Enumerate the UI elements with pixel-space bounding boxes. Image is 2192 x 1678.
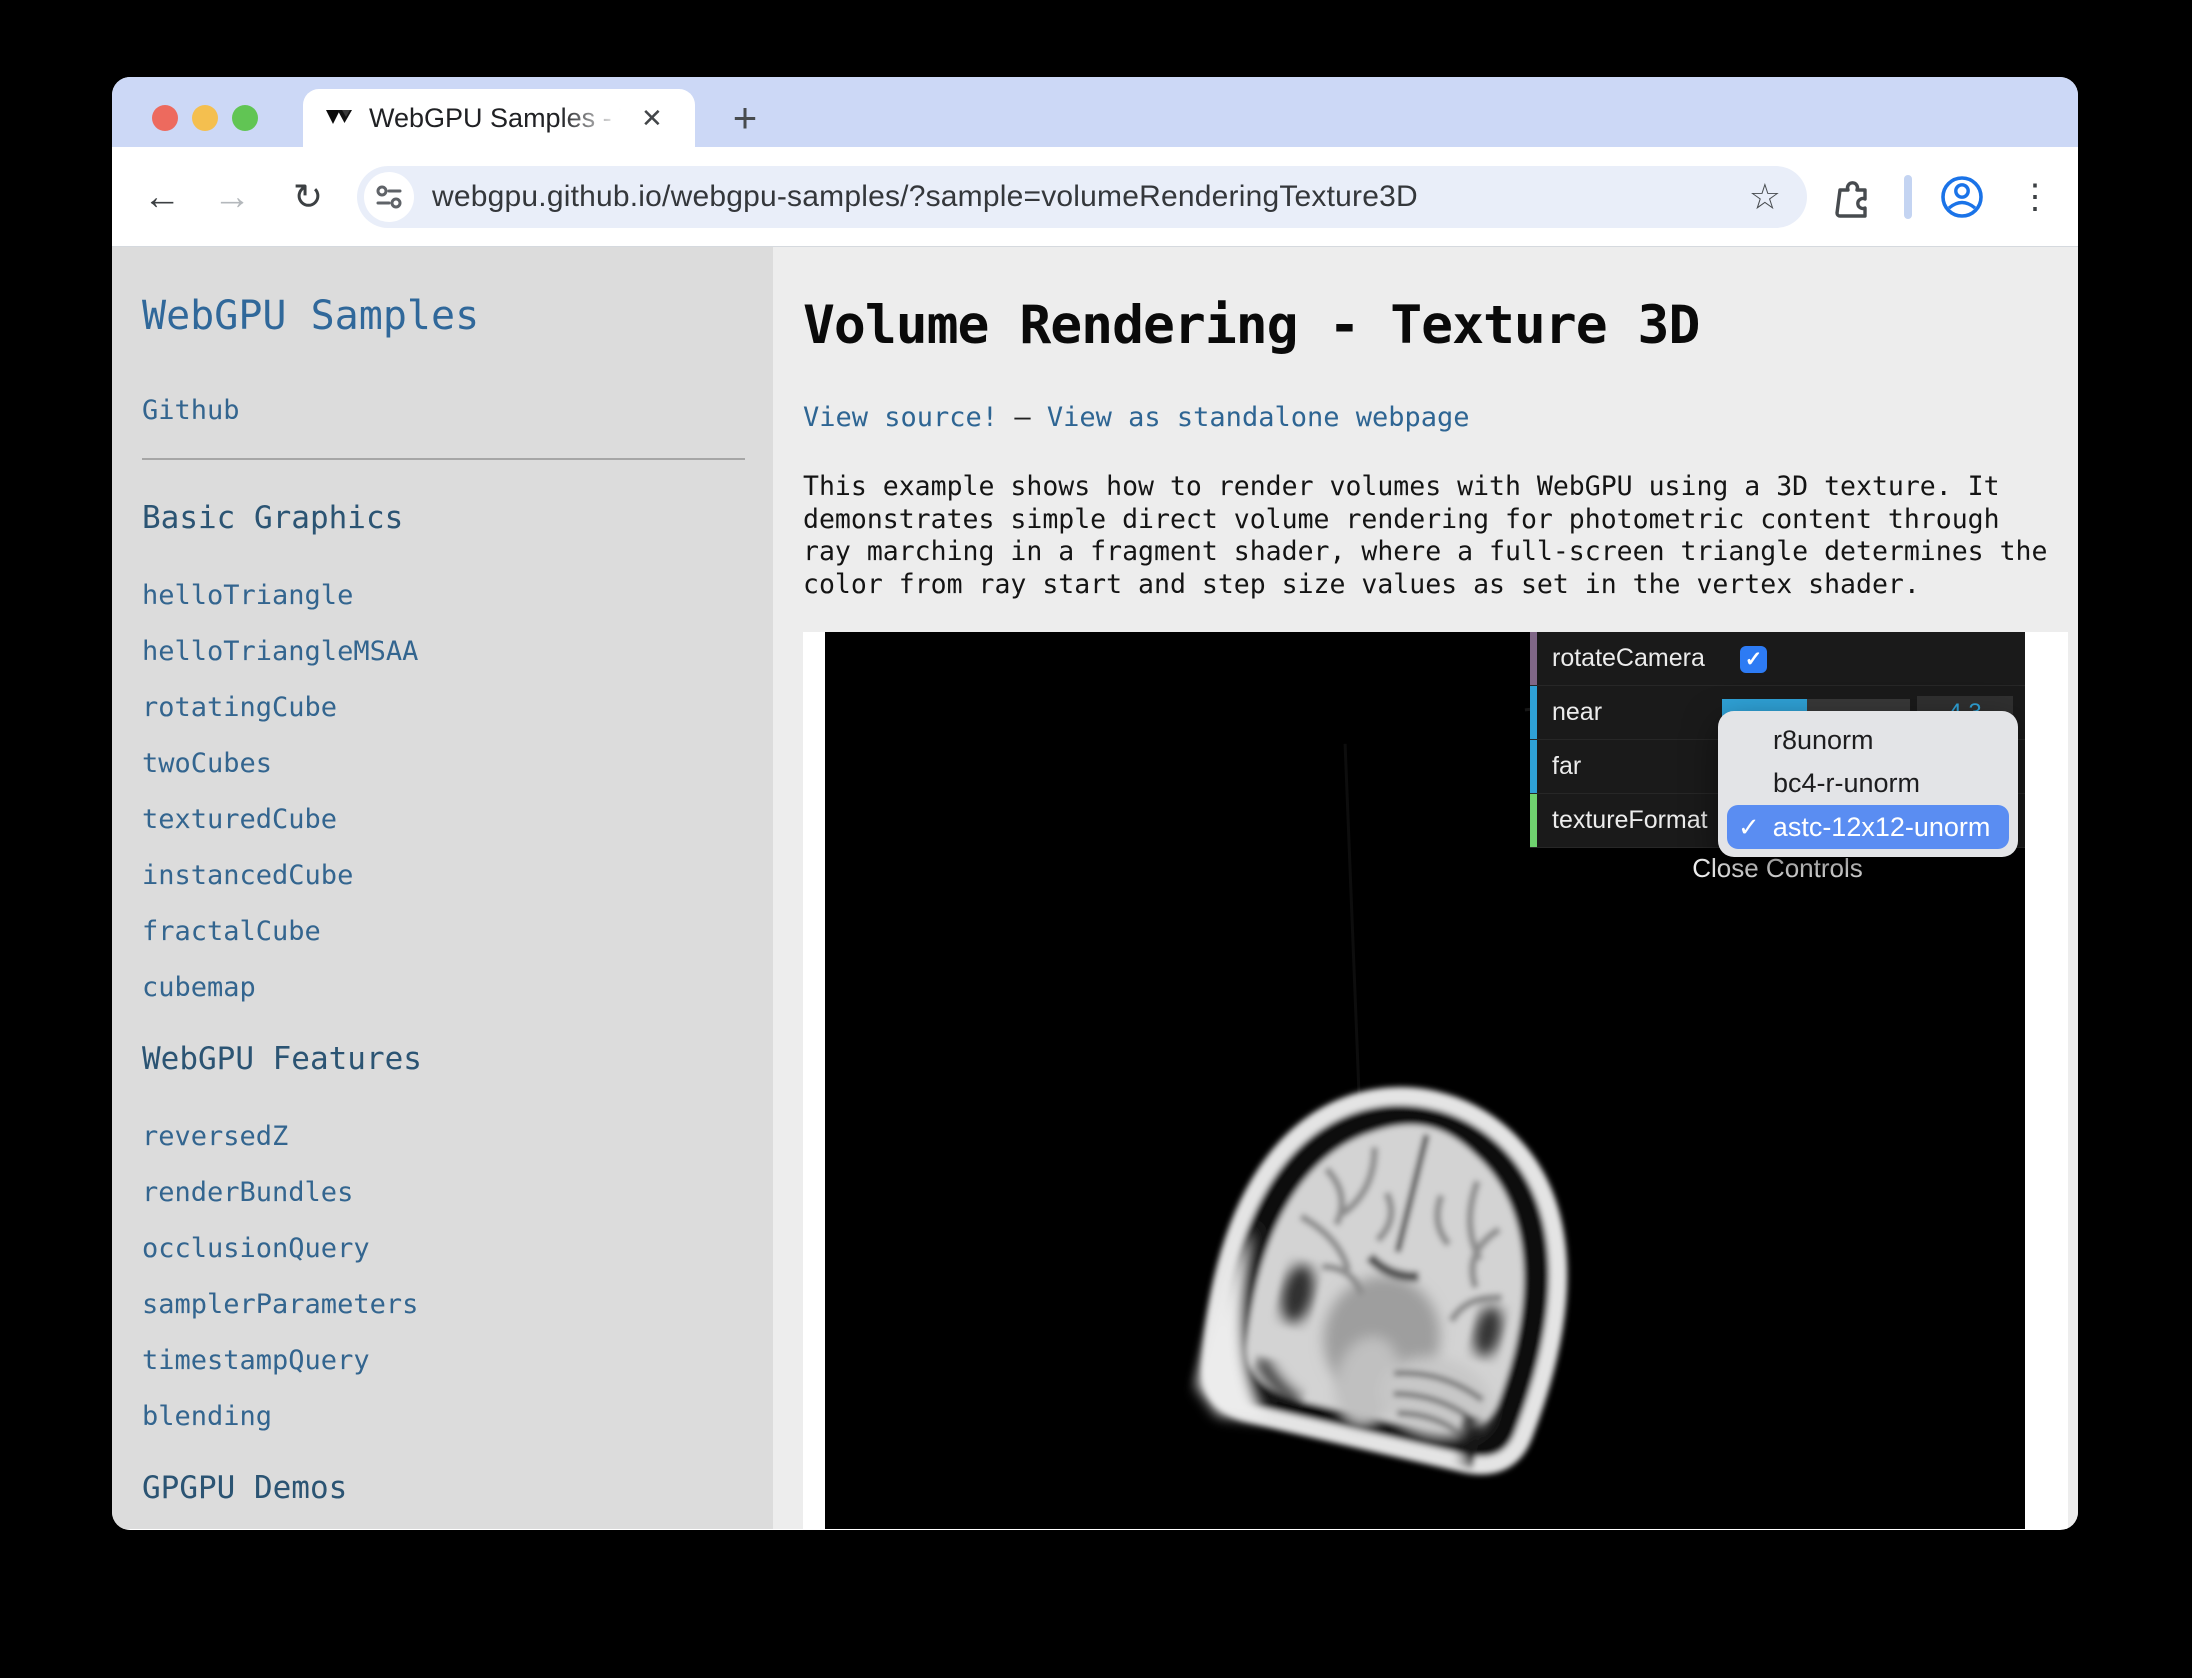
sidebar-item-helloTriangleMSAA[interactable]: helloTriangleMSAA bbox=[142, 636, 745, 667]
sidebar-item-helloTriangle[interactable]: helloTriangle bbox=[142, 580, 745, 611]
browser-window: WebGPU Samples - Volume R ✕ + ← → ↻ webg… bbox=[112, 77, 2078, 1530]
toolbar-separator bbox=[1898, 147, 1918, 247]
sample-main: Volume Rendering - Texture 3D View sourc… bbox=[773, 247, 2078, 1529]
page-title: Volume Rendering - Texture 3D bbox=[803, 295, 2078, 356]
sidebar-item-texturedCube[interactable]: texturedCube bbox=[142, 804, 745, 835]
site-settings-button[interactable] bbox=[364, 172, 414, 222]
sidebar-item-reversedZ[interactable]: reversedZ bbox=[142, 1121, 745, 1152]
sidebar-item-blending[interactable]: blending bbox=[142, 1401, 745, 1432]
extensions-puzzle-icon[interactable] bbox=[1824, 147, 1880, 247]
sidebar-title: WebGPU Samples bbox=[142, 293, 745, 339]
rotateCamera-checkbox[interactable]: ✓ bbox=[1740, 646, 1767, 673]
webgpu-canvas[interactable]: rotateCamera ✓ near 4.3 bbox=[825, 632, 2025, 1529]
sample-links: View source! – View as standalone webpag… bbox=[803, 402, 2078, 433]
link-separator: – bbox=[1014, 402, 1047, 433]
reload-icon[interactable]: ↻ bbox=[278, 147, 338, 247]
gui-label-far: far bbox=[1552, 752, 1581, 781]
browser-menu-icon[interactable]: ⋮ bbox=[2008, 147, 2064, 247]
sidebar-item-twoCubes[interactable]: twoCubes bbox=[142, 748, 745, 779]
gui-label-rotateCamera: rotateCamera bbox=[1552, 644, 1705, 673]
gui-label-textureFormat: textureFormat bbox=[1552, 806, 1708, 835]
tune-icon bbox=[374, 182, 404, 212]
webgpu-logo-favicon bbox=[325, 103, 355, 133]
dropdown-option-astc-12x12-unorm[interactable]: ✓ astc-12x12-unorm bbox=[1727, 805, 2009, 849]
sidebar-divider bbox=[142, 458, 745, 460]
tab-close-icon[interactable]: ✕ bbox=[641, 103, 663, 134]
page-content: WebGPU Samples Github Basic Graphics hel… bbox=[112, 247, 2078, 1529]
select-type-strip bbox=[1530, 794, 1537, 847]
tab-webgpu-samples[interactable]: WebGPU Samples - Volume R ✕ bbox=[303, 89, 695, 147]
sidebar-item-timestampQuery[interactable]: timestampQuery bbox=[142, 1345, 745, 1376]
forward-icon: → bbox=[202, 147, 262, 247]
number-type-strip bbox=[1530, 686, 1537, 739]
section-basic-graphics: Basic Graphics bbox=[142, 500, 745, 536]
sample-frame: rotateCamera ✓ near 4.3 bbox=[803, 632, 2068, 1529]
sidebar-item-instancedCube[interactable]: instancedCube bbox=[142, 860, 745, 891]
window-minimize-button[interactable] bbox=[192, 105, 218, 131]
gui-label-near: near bbox=[1552, 698, 1602, 727]
dropdown-option-r8unorm[interactable]: r8unorm bbox=[1718, 719, 2018, 762]
profile-avatar-icon[interactable] bbox=[1934, 147, 1990, 247]
browser-toolbar: ← → ↻ webgpu.github.io/webgpu-samples/?s… bbox=[112, 147, 2078, 247]
new-tab-button[interactable]: + bbox=[718, 91, 772, 145]
gui-row-rotateCamera: rotateCamera ✓ bbox=[1530, 632, 2025, 686]
address-bar[interactable]: webgpu.github.io/webgpu-samples/?sample=… bbox=[357, 166, 1807, 228]
view-source-link[interactable]: View source! bbox=[803, 402, 998, 433]
samples-sidebar: WebGPU Samples Github Basic Graphics hel… bbox=[112, 247, 773, 1529]
dropdown-option-bc4-r-unorm[interactable]: bc4-r-unorm bbox=[1718, 762, 2018, 805]
bookmark-star-icon[interactable]: ☆ bbox=[1749, 176, 1781, 218]
boolean-type-strip bbox=[1530, 632, 1537, 685]
sidebar-item-fractalCube[interactable]: fractalCube bbox=[142, 916, 745, 947]
tab-strip: WebGPU Samples - Volume R ✕ + bbox=[112, 77, 2078, 147]
selected-check-icon: ✓ bbox=[1738, 812, 1760, 843]
section-gpgpu-demos: GPGPU Demos bbox=[142, 1470, 745, 1506]
volume-rendering-brain-mri bbox=[1155, 1047, 1635, 1497]
url-text[interactable]: webgpu.github.io/webgpu-samples/?sample=… bbox=[432, 180, 1418, 214]
sidebar-item-occlusionQuery[interactable]: occlusionQuery bbox=[142, 1233, 745, 1264]
github-link[interactable]: Github bbox=[142, 395, 745, 426]
standalone-webpage-link[interactable]: View as standalone webpage bbox=[1047, 402, 1470, 433]
sidebar-item-rotatingCube[interactable]: rotatingCube bbox=[142, 692, 745, 723]
window-zoom-button[interactable] bbox=[232, 105, 258, 131]
section-webgpu-features: WebGPU Features bbox=[142, 1041, 745, 1077]
sidebar-item-cubemap[interactable]: cubemap bbox=[142, 972, 745, 1003]
back-icon[interactable]: ← bbox=[132, 147, 192, 247]
sidebar-item-samplerParameters[interactable]: samplerParameters bbox=[142, 1289, 745, 1320]
window-close-button[interactable] bbox=[152, 105, 178, 131]
number-type-strip bbox=[1530, 740, 1537, 793]
texture-format-dropdown: r8unorm bc4-r-unorm ✓ astc-12x12-unorm bbox=[1718, 711, 2018, 857]
sidebar-item-renderBundles[interactable]: renderBundles bbox=[142, 1177, 745, 1208]
sample-description: This example shows how to render volumes… bbox=[803, 471, 2055, 601]
checkmark-icon: ✓ bbox=[1745, 647, 1763, 672]
